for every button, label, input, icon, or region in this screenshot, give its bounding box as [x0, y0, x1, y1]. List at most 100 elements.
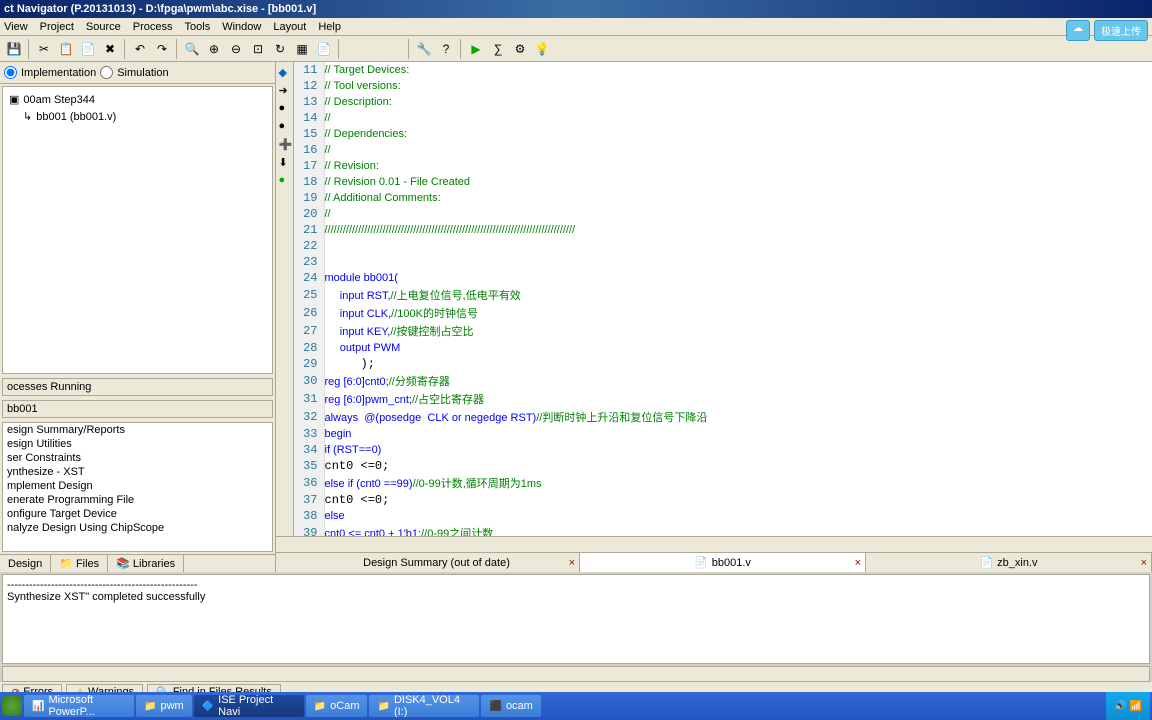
code-editor[interactable]: ◆ ➜ ● ● ➕ ⬇ ● 11// Target Devices: 12// …	[276, 62, 1152, 572]
menu-help[interactable]: Help	[318, 21, 341, 33]
code-line[interactable]: cnt0 <=0;	[324, 458, 707, 474]
code-line[interactable]: cnt0 <=0;	[324, 492, 707, 508]
code-line[interactable]: else	[324, 508, 707, 524]
close-icon[interactable]: ×	[569, 557, 575, 569]
code-line[interactable]: else if (cnt0 ==99)//0-99计数,循环周期为1ms	[324, 474, 707, 492]
zoom-out-icon[interactable]: ⊖	[226, 39, 246, 59]
plus-icon[interactable]: ➕	[279, 138, 291, 150]
upload-button[interactable]: 极速上传	[1094, 20, 1148, 41]
code-line[interactable]: begin	[324, 426, 707, 442]
menu-window[interactable]: Window	[222, 21, 261, 33]
code-line[interactable]: // Dependencies:	[324, 126, 707, 142]
redo-icon[interactable]: ↷	[152, 39, 172, 59]
code-line[interactable]: // Description:	[324, 94, 707, 110]
code-line[interactable]: cnt0 <= cnt0 + 1'b1;//0-99之间计数	[324, 524, 707, 536]
proc-item[interactable]: enerate Programming File	[3, 493, 272, 507]
impl-icon[interactable]: ⚙	[510, 39, 530, 59]
marker-icon[interactable]: ●	[279, 102, 291, 114]
proc-item[interactable]: mplement Design	[3, 479, 272, 493]
console-scrollbar[interactable]	[2, 666, 1150, 682]
close-icon[interactable]: ×	[1141, 557, 1147, 569]
proc-item[interactable]: onfigure Target Device	[3, 507, 272, 521]
code-line[interactable]: module bb001(	[324, 270, 707, 286]
code-line[interactable]: input KEY,//按键控制占空比	[324, 322, 707, 340]
find-icon[interactable]: 🔍	[182, 39, 202, 59]
tab-design[interactable]: Design	[0, 555, 51, 572]
impl-radio[interactable]	[4, 66, 17, 79]
help-icon[interactable]: ?	[436, 39, 456, 59]
task-item[interactable]: 📁oCam	[306, 695, 368, 717]
code-line[interactable]: reg [6:0]cnt0;//分频寄存器	[324, 372, 707, 390]
code-line[interactable]: //	[324, 142, 707, 158]
code-line[interactable]: ////////////////////////////////////////…	[324, 222, 707, 238]
code-line[interactable]: //	[324, 206, 707, 222]
task-item[interactable]: 📊Microsoft PowerP...	[24, 695, 134, 717]
code-line[interactable]: // Tool versions:	[324, 78, 707, 94]
code-line[interactable]: // Target Devices:	[324, 62, 707, 78]
lightbulb-icon[interactable]: 💡	[532, 39, 552, 59]
sim-radio[interactable]	[100, 66, 113, 79]
menu-view[interactable]: View	[4, 21, 28, 33]
menu-tools[interactable]: Tools	[185, 21, 211, 33]
hierarchy-tree[interactable]: ▣ 00am Step344 ↳ bb001 (bb001.v)	[2, 86, 273, 374]
code-line[interactable]: input RST,//上电复位信号,低电平有效	[324, 286, 707, 304]
code-line[interactable]: if (RST==0)	[324, 442, 707, 458]
tab-files[interactable]: 📁Files	[51, 555, 108, 572]
proc-item[interactable]: ser Constraints	[3, 451, 272, 465]
menu-source[interactable]: Source	[86, 21, 121, 33]
code-line[interactable]: input CLK,//100K的时钟信号	[324, 304, 707, 322]
tab-design-summary[interactable]: Design Summary (out of date)×	[294, 553, 580, 572]
task-item[interactable]: 📁pwm	[136, 695, 192, 717]
arrow-down-icon[interactable]: ⬇	[279, 156, 291, 168]
menu-project[interactable]: Project	[40, 21, 74, 33]
refresh-icon[interactable]: ↻	[270, 39, 290, 59]
paste-icon[interactable]: 📄	[78, 39, 98, 59]
undo-icon[interactable]: ↶	[130, 39, 150, 59]
arrow-icon[interactable]: ➜	[279, 84, 291, 96]
task-item[interactable]: ⬛ocam	[481, 695, 540, 717]
menu-layout[interactable]: Layout	[273, 21, 306, 33]
step-icon[interactable]: ∑	[488, 39, 508, 59]
zoom-in-icon[interactable]: ⊕	[204, 39, 224, 59]
wrench-icon[interactable]: 🔧	[414, 39, 434, 59]
code-line[interactable]: // Additional Comments:	[324, 190, 707, 206]
proc-item[interactable]: ynthesize - XST	[3, 465, 272, 479]
run-icon[interactable]: ▶	[466, 39, 486, 59]
menu-process[interactable]: Process	[133, 21, 173, 33]
system-tray[interactable]: 🔊 📶	[1106, 692, 1150, 720]
process-list[interactable]: esign Summary/Reports esign Utilities se…	[2, 422, 273, 552]
code-line[interactable]: // Revision 0.01 - File Created	[324, 174, 707, 190]
proc-item[interactable]: esign Utilities	[3, 437, 272, 451]
zoom-fit-icon[interactable]: ⊡	[248, 39, 268, 59]
code-line[interactable]: );	[324, 356, 707, 372]
code-line[interactable]: //	[324, 110, 707, 126]
save-icon[interactable]: 💾	[4, 39, 24, 59]
console[interactable]: ----------------------------------------…	[2, 574, 1150, 664]
code-line[interactable]: // Revision:	[324, 158, 707, 174]
code-line[interactable]: always @(posedge CLK or negedge RST)//判断…	[324, 408, 707, 426]
bookmark-icon[interactable]: ◆	[279, 66, 291, 78]
start-button[interactable]	[2, 696, 22, 716]
tab-libraries[interactable]: 📚Libraries	[108, 555, 184, 572]
proc-item[interactable]: esign Summary/Reports	[3, 423, 272, 437]
page-icon[interactable]: 📄	[314, 39, 334, 59]
marker-icon[interactable]: ●	[279, 120, 291, 132]
tab-bb001[interactable]: 📄bb001.v×	[580, 553, 866, 572]
tree-root[interactable]: ▣ 00am Step344	[7, 91, 268, 108]
code-line[interactable]	[324, 238, 707, 254]
tree-child[interactable]: ↳ bb001 (bb001.v)	[7, 108, 268, 125]
task-item[interactable]: 🔷ISE Project Navi	[194, 695, 304, 717]
close-icon[interactable]: ×	[855, 557, 861, 569]
code-line[interactable]	[324, 254, 707, 270]
copy-icon[interactable]: 📋	[56, 39, 76, 59]
code-line[interactable]: reg [6:0]pwm_cnt;//占空比寄存器	[324, 390, 707, 408]
tab-zbxin[interactable]: 📄zb_xin.v×	[866, 553, 1152, 572]
proc-item[interactable]: nalyze Design Using ChipScope	[3, 521, 272, 535]
task-item[interactable]: 📁DISK4_VOL4 (I:)	[369, 695, 479, 717]
check-icon[interactable]: ●	[279, 174, 291, 186]
cut-icon[interactable]: ✂	[34, 39, 54, 59]
cloud-button[interactable]: ☁	[1066, 20, 1090, 41]
delete-icon[interactable]: ✖	[100, 39, 120, 59]
code-line[interactable]: output PWM	[324, 340, 707, 356]
hscrollbar[interactable]	[276, 536, 1152, 552]
